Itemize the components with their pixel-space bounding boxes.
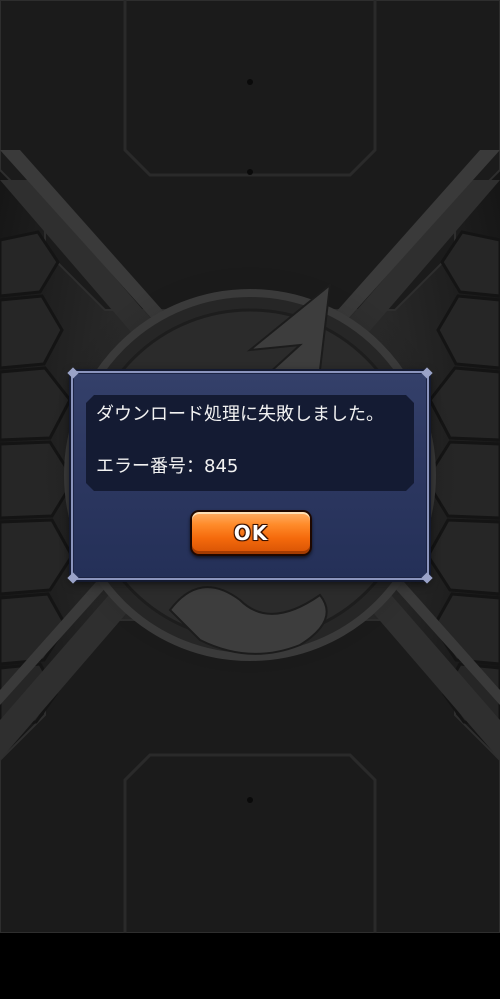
error-code: エラー番号：845: [96, 456, 239, 477]
error-dialog: ダウンロード処理に失敗しました。 エラー番号：845 OK: [67, 367, 433, 584]
ok-button[interactable]: OK: [190, 510, 312, 556]
ok-button-label: OK: [233, 521, 269, 545]
message-panel: ダウンロード処理に失敗しました。 エラー番号：845: [86, 395, 414, 491]
bottom-bar: [0, 933, 500, 999]
game-screen: ダウンロード処理に失敗しました。 エラー番号：845 OK: [0, 0, 500, 933]
error-message: ダウンロード処理に失敗しました。: [96, 404, 384, 425]
